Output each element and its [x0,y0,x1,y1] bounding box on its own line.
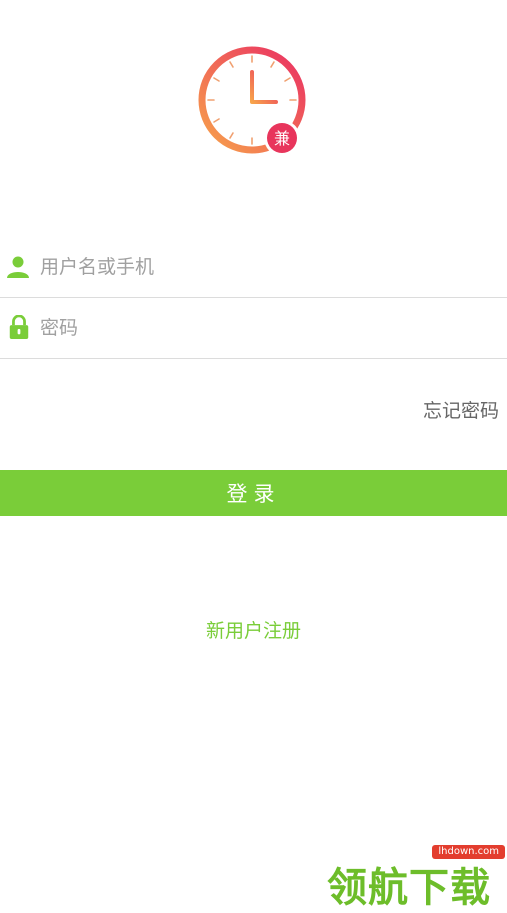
lock-icon [9,315,29,339]
user-icon [7,256,29,278]
password-row [0,298,507,359]
register-link[interactable]: 新用户注册 [0,616,507,643]
password-input[interactable] [40,312,480,344]
watermark: lhdown.com 领航下载 [321,845,507,911]
watermark-text: 领航下载 [327,865,491,911]
username-row [0,237,507,298]
app-logo: 兼 [198,46,306,156]
logo-badge: 兼 [274,129,290,148]
forgot-password-link[interactable]: 忘记密码 [423,396,499,423]
username-input[interactable] [40,251,480,283]
login-button[interactable]: 登录 [0,470,507,516]
